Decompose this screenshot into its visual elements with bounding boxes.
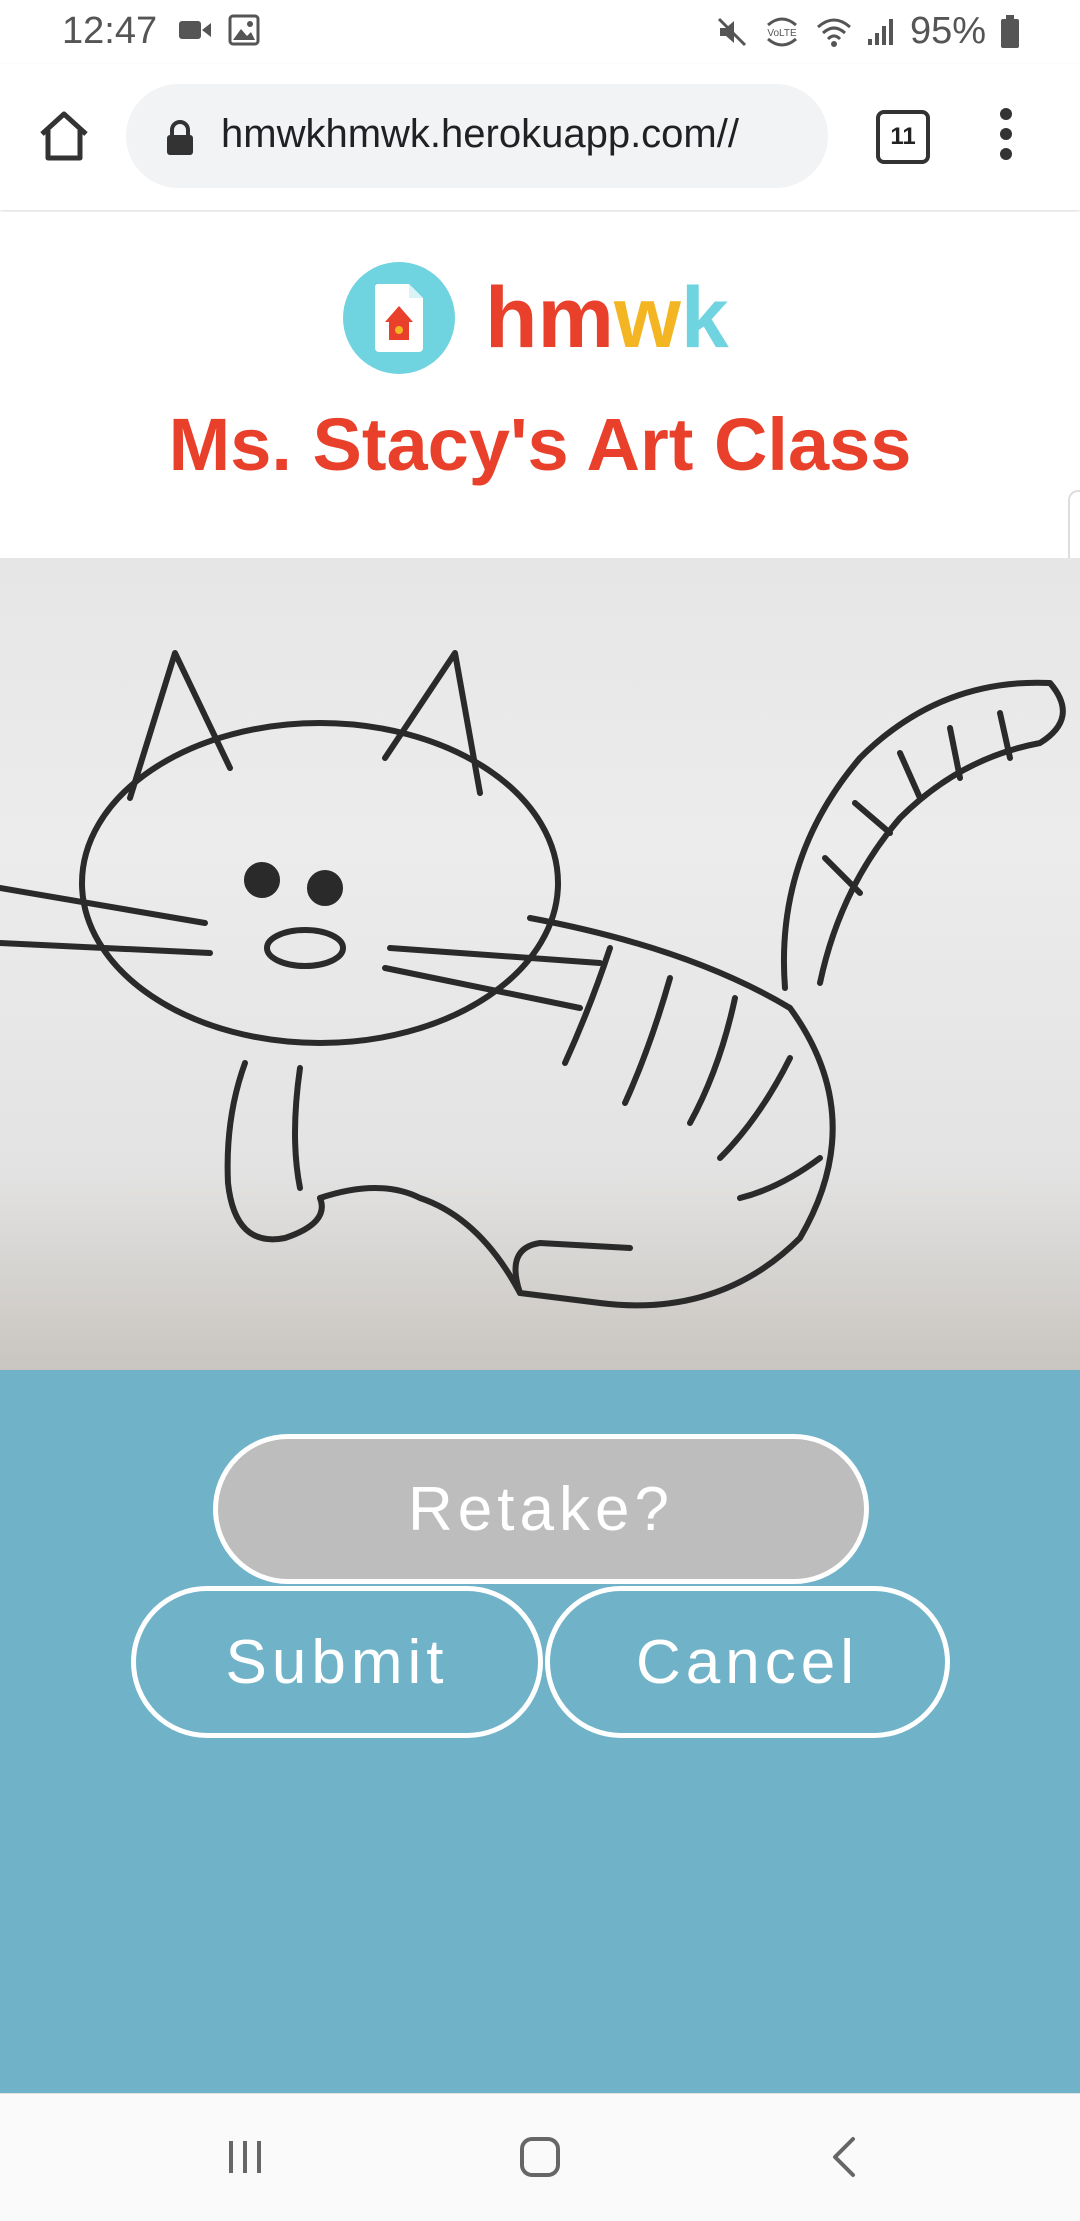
video-call-icon xyxy=(179,21,211,39)
submit-button[interactable]: Submit xyxy=(131,1586,543,1738)
photo-actions-panel: Retake? Submit Cancel xyxy=(0,1370,1080,2093)
system-nav-bar xyxy=(0,2093,1080,2221)
brand-logo: hmwk xyxy=(343,262,729,374)
status-time: 12:47 xyxy=(62,10,158,52)
brand-letter-h: h xyxy=(485,269,538,366)
mute-icon xyxy=(717,17,746,46)
brand-letter-w: w xyxy=(614,269,681,366)
brand-name: hmwk xyxy=(485,269,729,368)
home-icon[interactable] xyxy=(505,2124,575,2190)
lock-icon xyxy=(167,120,193,155)
battery-icon xyxy=(1001,14,1019,48)
volte-icon: VoLTE xyxy=(766,17,797,46)
signal-icon xyxy=(867,18,893,45)
battery-percent: 95% xyxy=(909,10,986,52)
status-right: VoLTE 95% xyxy=(716,10,1020,53)
home-icon[interactable] xyxy=(36,108,92,164)
address-bar[interactable]: hmwkhmwk.herokuapp.com// xyxy=(126,84,828,188)
brand-letter-m: m xyxy=(537,269,615,366)
url-text[interactable]: hmwkhmwk.herokuapp.com// xyxy=(221,112,811,157)
logo-icon xyxy=(343,262,455,374)
page-header: hmwk Ms. Stacy's Art Class xyxy=(0,212,1080,558)
captured-photo xyxy=(0,558,1080,1370)
wifi-icon xyxy=(816,18,851,47)
overflow-menu-icon[interactable] xyxy=(990,108,1022,168)
retake-button[interactable]: Retake? xyxy=(213,1434,869,1584)
cancel-button[interactable]: Cancel xyxy=(545,1586,950,1738)
class-title: Ms. Stacy's Art Class xyxy=(168,403,912,486)
brand-letter-k: k xyxy=(680,269,729,366)
recent-apps-icon[interactable] xyxy=(210,2124,280,2190)
image-icon xyxy=(228,14,260,46)
cat-drawing xyxy=(0,650,1066,1309)
browser-toolbar: hmwkhmwk.herokuapp.com// 11 xyxy=(0,64,1080,210)
status-bar: 12:47 VoLTE 95% xyxy=(0,0,1080,64)
tab-switcher-button[interactable]: 11 xyxy=(876,110,930,164)
back-icon[interactable] xyxy=(810,2124,880,2190)
volte-label: VoLTE xyxy=(767,28,797,39)
status-left-icons xyxy=(178,14,260,46)
